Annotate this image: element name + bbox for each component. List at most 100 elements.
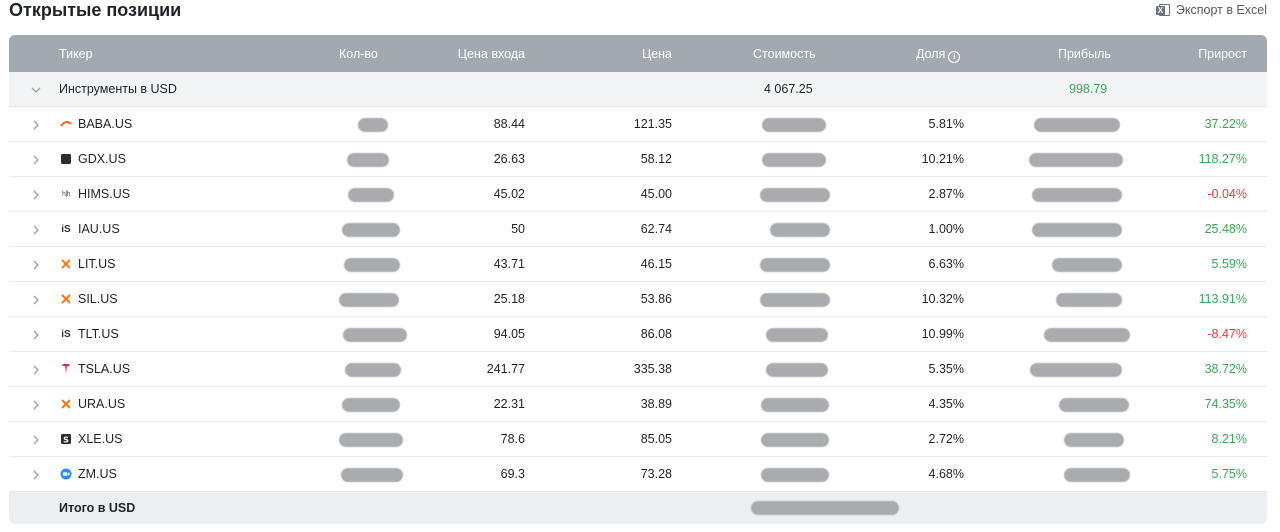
chevron-right-icon[interactable] <box>29 188 43 202</box>
table-row[interactable]: URA.US 22.31 38.89 4.35% 74.35% <box>9 387 1267 422</box>
col-qty[interactable]: Кол-во <box>339 46 378 62</box>
value-hidden <box>770 223 830 237</box>
group-label: Инструменты в USD <box>59 82 177 96</box>
table-row[interactable]: GDX.US 26.63 58.12 10.21% 118.27% <box>9 142 1267 177</box>
ticker-label[interactable]: SIL.US <box>78 291 118 307</box>
col-profit[interactable]: Прибыль <box>1058 46 1111 62</box>
ticker-label[interactable]: TLT.US <box>78 326 119 342</box>
zoom-logo-icon <box>60 468 72 480</box>
chevron-right-icon[interactable] <box>29 258 43 272</box>
table-row[interactable]: iS TLT.US 94.05 86.08 10.99% -8.47% <box>9 317 1267 352</box>
table-row[interactable]: LIT.US 43.71 46.15 6.63% 5.59% <box>9 247 1267 282</box>
chevron-right-icon[interactable] <box>29 363 43 377</box>
profit-hidden <box>1044 328 1130 342</box>
ticker-label[interactable]: HIMS.US <box>78 186 130 202</box>
group-value: 4 067.25 <box>764 82 813 96</box>
chevron-right-icon[interactable] <box>29 398 43 412</box>
value-hidden <box>761 468 829 482</box>
value-hidden <box>760 188 830 202</box>
share-value: 2.72% <box>928 432 964 446</box>
value-hidden <box>762 118 826 132</box>
gdx-logo-icon <box>60 153 72 165</box>
profit-hidden <box>1064 468 1130 482</box>
table-row[interactable]: BABA.US 88.44 121.35 5.81% 37.22% <box>9 107 1267 142</box>
ticker-label[interactable]: TSLA.US <box>78 361 130 377</box>
group-row-usd[interactable]: Инструменты в USD 4 067.25 998.79 <box>9 72 1267 107</box>
chevron-down-icon[interactable] <box>29 83 43 97</box>
chevron-right-icon[interactable] <box>29 118 43 132</box>
value-hidden <box>760 258 830 272</box>
page-title: Открытые позиции <box>9 0 182 20</box>
globalx-logo-icon <box>60 293 72 305</box>
table-row[interactable]: iS IAU.US 50 62.74 1.00% 25.48% <box>9 212 1267 247</box>
share-value: 10.99% <box>921 327 964 341</box>
group-profit: 998.79 <box>1069 82 1108 96</box>
qty-hidden <box>341 468 403 482</box>
ticker-label[interactable]: LIT.US <box>78 256 116 272</box>
col-entry[interactable]: Цена входа <box>458 46 525 62</box>
chevron-right-icon[interactable] <box>29 153 43 167</box>
col-price[interactable]: Цена <box>642 46 672 62</box>
chevron-right-icon[interactable] <box>29 223 43 237</box>
growth-value: 113.91% <box>1198 292 1247 306</box>
current-price: 38.89 <box>640 397 672 411</box>
value-hidden <box>761 398 829 412</box>
current-price: 58.12 <box>640 152 672 166</box>
total-row-usd: Итого в USD <box>9 492 1267 524</box>
baba-logo-icon <box>60 118 72 130</box>
tesla-logo-icon <box>60 363 72 375</box>
table-row[interactable]: SIL.US 25.18 53.86 10.32% 113.91% <box>9 282 1267 317</box>
ticker-label[interactable]: IAU.US <box>78 221 120 237</box>
share-value: 6.63% <box>928 257 964 271</box>
growth-value: 5.59% <box>1211 257 1247 271</box>
col-share[interactable]: Доля i <box>916 46 961 63</box>
ticker-label[interactable]: BABA.US <box>78 116 132 132</box>
info-icon[interactable]: i <box>948 51 961 63</box>
ticker-label[interactable]: URA.US <box>78 396 125 412</box>
entry-price: 50 <box>511 222 525 236</box>
share-value: 4.68% <box>928 467 964 481</box>
col-ticker[interactable]: Тикер <box>59 46 93 62</box>
col-growth[interactable]: Прирост <box>1198 46 1247 62</box>
profit-hidden <box>1064 433 1124 447</box>
qty-hidden <box>358 118 388 132</box>
col-value[interactable]: Стоимость <box>753 46 816 62</box>
value-hidden <box>760 293 830 307</box>
share-value: 5.35% <box>928 362 964 376</box>
share-value: 10.32% <box>921 292 964 306</box>
export-excel-label: Экспорт в Excel <box>1175 3 1267 17</box>
svg-text:S: S <box>63 435 69 444</box>
current-price: 53.86 <box>640 292 672 306</box>
profit-hidden <box>1029 153 1123 167</box>
growth-value: 25.48% <box>1204 222 1247 236</box>
entry-price: 78.6 <box>500 432 525 446</box>
entry-price: 25.18 <box>493 292 525 306</box>
chevron-right-icon[interactable] <box>29 433 43 447</box>
ticker-label[interactable]: GDX.US <box>78 151 126 167</box>
growth-value: 38.72% <box>1204 362 1247 376</box>
entry-price: 94.05 <box>493 327 525 341</box>
table-row[interactable]: S XLE.US 78.6 85.05 2.72% 8.21% <box>9 422 1267 457</box>
profit-hidden <box>1032 223 1122 237</box>
current-price: 85.05 <box>640 432 672 446</box>
chevron-right-icon[interactable] <box>29 328 43 342</box>
current-price: 62.74 <box>640 222 672 236</box>
table-row[interactable]: TSLA.US 241.77 335.38 5.35% 38.72% <box>9 352 1267 387</box>
chevron-right-icon[interactable] <box>29 468 43 482</box>
qty-hidden <box>347 153 389 167</box>
entry-price: 88.44 <box>493 117 525 131</box>
profit-hidden <box>1034 118 1120 132</box>
chevron-right-icon[interactable] <box>29 293 43 307</box>
export-excel-button[interactable]: X Экспорт в Excel <box>1155 2 1267 18</box>
growth-value: -8.47% <box>1207 327 1247 341</box>
share-value: 2.87% <box>928 187 964 201</box>
table-row[interactable]: ZM.US 69.3 73.28 4.68% 5.75% <box>9 457 1267 492</box>
total-value-hidden <box>751 501 899 515</box>
growth-value: 8.21% <box>1211 432 1247 446</box>
table-row[interactable]: h|h HIMS.US 45.02 45.00 2.87% -0.04% <box>9 177 1267 212</box>
value-hidden <box>766 363 828 377</box>
entry-price: 45.02 <box>493 187 525 201</box>
ishares-logo-icon: iS <box>61 328 71 340</box>
ticker-label[interactable]: ZM.US <box>78 466 117 482</box>
ticker-label[interactable]: XLE.US <box>78 431 122 447</box>
